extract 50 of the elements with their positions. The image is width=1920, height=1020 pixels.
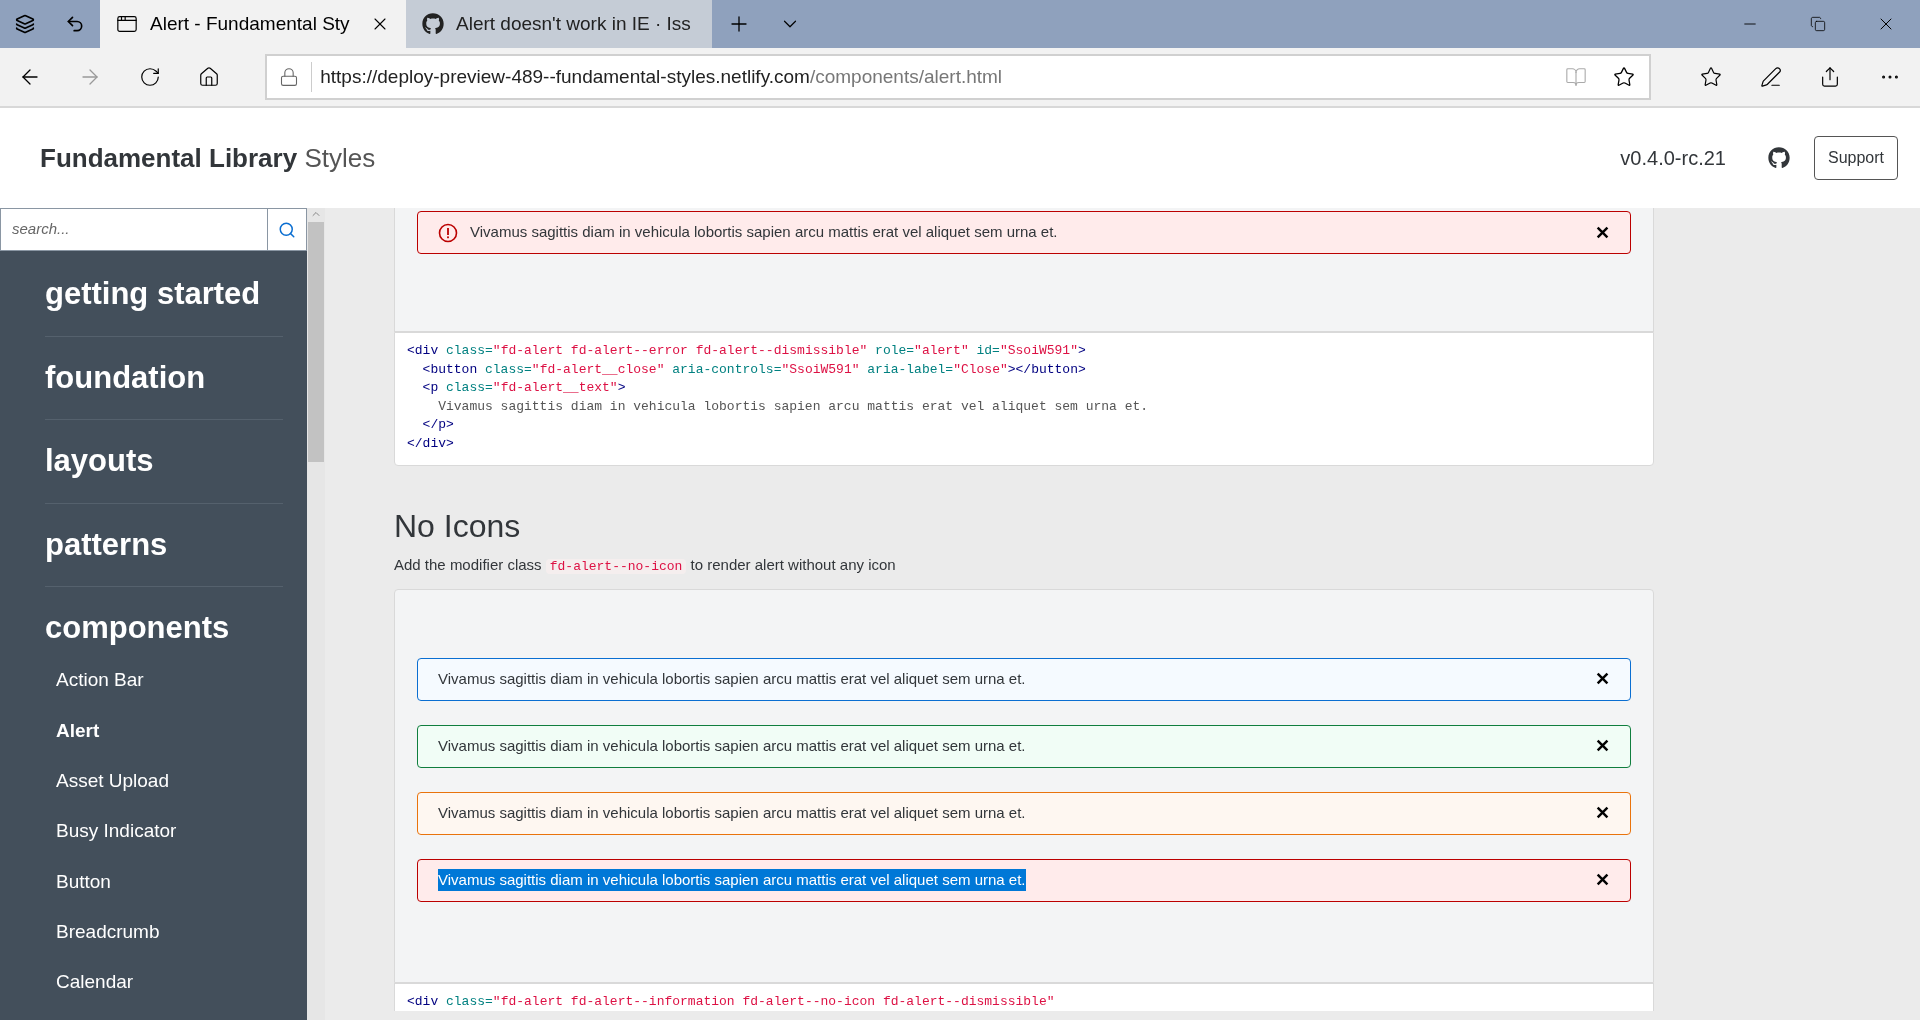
search-button[interactable]: [267, 208, 307, 251]
favorite-icon[interactable]: [1612, 66, 1635, 88]
section-heading: No Icons: [394, 510, 522, 542]
code-line: <p class="fd-alert__text">: [421, 379, 627, 397]
tab-title: Alert - Fundamental Sty: [150, 11, 350, 36]
alert-text: Vivamus sagittis diam in vehicula lobortis sapien arcu mattis erat vel aliquet sem urna et.: [438, 668, 1026, 689]
nav-item[interactable]: Alert: [45, 705, 283, 757]
alert-text: Vivamus sagittis diam in vehicula lobortis sapien arcu mattis erat vel aliquet sem urna et.: [438, 735, 1026, 756]
github-icon[interactable]: [1767, 147, 1790, 169]
address-bar[interactable]: https://deploy-preview-489--fundamental-styles.netlify.com/components/alert.html: [265, 54, 1651, 100]
nav-item[interactable]: Busy Indicator: [45, 806, 283, 857]
nav-section[interactable]: foundation: [45, 336, 283, 420]
nav-section[interactable]: getting started: [45, 253, 283, 337]
code-line: <div class="fd-alert fd-alert--information fd-alert--no-icon fd-alert--dismissible": [407, 992, 1056, 1011]
nav-section[interactable]: patterns: [45, 503, 283, 587]
alert-text: Vivamus sagittis diam in vehicula lobortis sapien arcu mattis erat vel aliquet sem urna et.: [470, 222, 1058, 243]
github-icon: [422, 13, 444, 35]
nav-item[interactable]: Breadcrumb: [45, 907, 283, 958]
close-button[interactable]: ✕: [1591, 871, 1614, 889]
nav-section[interactable]: layouts: [45, 420, 283, 504]
code-line: <div class="fd-alert fd-alert--error fd-alert--dismissible" role="alert" id="SsoiW591">: [407, 342, 1087, 360]
nav-section[interactable]: components: [45, 587, 283, 656]
support-button[interactable]: Support: [1813, 136, 1898, 180]
nav-item[interactable]: Button: [45, 856, 283, 907]
search-field[interactable]: search...: [0, 208, 267, 251]
nav-item[interactable]: Calendar: [45, 957, 283, 1008]
scrollbar-thumb[interactable]: [308, 222, 324, 462]
code-line: <button class="fd-alert__close" aria-controls="SsoiW591" aria-label="Close"></button>: [421, 360, 1087, 379]
close-button[interactable]: ✕: [1591, 670, 1614, 688]
close-button[interactable]: ✕: [1591, 737, 1614, 755]
code-line: </p>: [421, 416, 455, 434]
close-button[interactable]: ✕: [1591, 804, 1614, 822]
page-icon: [116, 13, 138, 35]
code-line: Vivamus sagittis diam in vehicula lobortis sapien arcu mattis erat vel aliquet sem urna et.: [437, 397, 1150, 416]
search-icon: [278, 220, 296, 239]
reading-view-icon[interactable]: [1564, 66, 1587, 88]
nav-item[interactable]: Action Bar: [45, 655, 283, 706]
browser-tab[interactable]: Alert doesn't work in IE · Iss: [406, 0, 712, 48]
section-description: Add the modifier class fd-alert--no-icon to render alert without any icon: [394, 555, 897, 576]
lock-icon: [279, 67, 300, 87]
code-line: </div>: [407, 434, 455, 453]
close-button[interactable]: ✕: [1591, 223, 1614, 242]
url-text: https://deploy-preview-489--fundamental-styles.netlify.com/components/alert.html: [320, 64, 1003, 89]
nav-item[interactable]: Asset Upload: [45, 756, 283, 807]
site-title: Fundamental Library Styles: [40, 141, 376, 175]
alert-text: Vivamus sagittis diam in vehicula lobortis sapien arcu mattis erat vel aliquet sem urna et.: [438, 868, 1026, 892]
tab-title: Alert doesn't work in IE · Iss: [456, 11, 691, 36]
browser-tab[interactable]: Alert - Fundamental Sty: [100, 0, 406, 48]
version-label: v0.4.0-rc.21: [1620, 146, 1726, 171]
alert-text: Vivamus sagittis diam in vehicula lobortis sapien arcu mattis erat vel aliquet sem urna et.: [438, 802, 1026, 823]
